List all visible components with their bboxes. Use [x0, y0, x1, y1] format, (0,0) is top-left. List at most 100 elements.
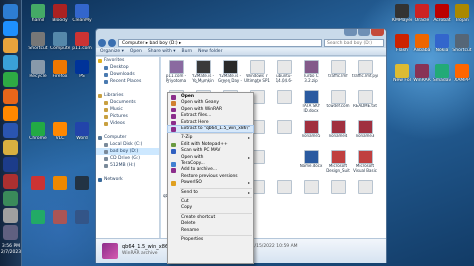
vlc-icon[interactable]: [3, 106, 18, 121]
nav-item-favorites[interactable]: Favorites: [96, 57, 159, 64]
desktop-shortcut[interactable]: VLC: [50, 122, 70, 141]
desktop-shortcut[interactable]: Smadav: [432, 64, 452, 83]
file-item[interactable]: noname3: [352, 120, 378, 143]
command-open[interactable]: Open: [130, 49, 142, 54]
menu-item-send-to[interactable]: Send to ▸: [168, 190, 253, 196]
app-icon[interactable]: [3, 225, 18, 240]
forward-arrow-icon[interactable]: [108, 38, 116, 47]
nav-item-pictures[interactable]: Pictures: [96, 113, 159, 120]
nav-item-network[interactable]: Network: [96, 176, 159, 183]
file-item[interactable]: Name.docx: [298, 150, 324, 173]
desktop-shortcut[interactable]: [28, 176, 48, 190]
file-item[interactable]: p11.com - Priyotoma Rupantar Begum: [163, 60, 189, 83]
desktop-shortcut[interactable]: Trojan: [452, 4, 472, 23]
nav-item-local-disk-c[interactable]: Local Disk (C:): [96, 141, 159, 148]
file-item[interactable]: Windows 7 Ultimate SP1 32: [244, 60, 270, 83]
file-item[interactable]: traffic.lmf.pymbol: [352, 60, 378, 83]
file-item[interactable]: README.txt: [352, 90, 378, 113]
desktop-shortcut[interactable]: Alibaba: [412, 34, 432, 53]
desktop-shortcut[interactable]: Bloody: [50, 4, 70, 23]
folder-icon[interactable]: [3, 140, 18, 155]
nav-item-recent-places[interactable]: Recent Places: [96, 78, 159, 85]
title-bar[interactable]: [96, 29, 386, 37]
file-item[interactable]: Y2Mate.is - Green Day - 21 Guns: [217, 60, 243, 83]
file-item[interactable]: Microsoft Design_Suit: [325, 150, 351, 173]
minimize-button[interactable]: [344, 29, 357, 36]
nav-item-desktop[interactable]: Desktop: [96, 64, 159, 71]
desktop-shortcut[interactable]: Oracle: [412, 4, 432, 23]
file-item[interactable]: tcwdef.com: [325, 90, 351, 113]
word-icon[interactable]: [3, 123, 18, 138]
file-item[interactable]: [271, 90, 297, 113]
back-arrow-icon[interactable]: [98, 38, 106, 47]
file-item[interactable]: Y2Mate.is - Yo Mumkin Tu Nahi: [190, 60, 216, 83]
app-icon[interactable]: [3, 208, 18, 223]
desktop-shortcut[interactable]: Shortcut: [452, 34, 472, 53]
desktop-shortcut[interactable]: PS: [72, 60, 92, 79]
desktop-shortcut[interactable]: [72, 210, 92, 224]
desktop-shortcut[interactable]: Recycle: [28, 60, 48, 79]
nav-item-downloads[interactable]: Downloads: [96, 71, 159, 78]
desktop-shortcut[interactable]: Nokia: [432, 34, 452, 53]
file-item[interactable]: [271, 120, 297, 143]
file-item[interactable]: Turbo C 3.2.zip: [298, 60, 324, 83]
nav-item-512mb-h[interactable]: 512MB (H:): [96, 162, 159, 169]
file-item[interactable]: [271, 180, 297, 203]
address-bar[interactable]: Computer ▸ bad boy (D:) ▸: [118, 38, 322, 47]
maximize-button[interactable]: [357, 29, 371, 36]
desktop-shortcut[interactable]: CleanMy: [72, 4, 92, 23]
desktop-shortcut[interactable]: WinRAR: [412, 64, 432, 83]
command-burn[interactable]: Burn: [182, 49, 193, 54]
desktop-shortcut[interactable]: Flash: [392, 34, 412, 53]
nav-item-documents[interactable]: Documents: [96, 99, 159, 106]
desktop-shortcut[interactable]: Word: [72, 122, 92, 141]
file-item[interactable]: noname4: [325, 120, 351, 143]
desktop-shortcut[interactable]: [72, 176, 92, 190]
photoshop-icon[interactable]: [3, 157, 18, 172]
media-player-icon[interactable]: [3, 55, 18, 70]
nav-item-videos[interactable]: Videos: [96, 120, 159, 127]
app-icon[interactable]: [3, 174, 18, 189]
app-icon[interactable]: [3, 191, 18, 206]
nav-item-libraries[interactable]: Libraries: [96, 92, 159, 99]
command-share-with[interactable]: Share with ▾: [148, 49, 176, 54]
desktop-shortcut[interactable]: Chrome: [28, 122, 48, 141]
menu-item-extract-to-qb64-1-5-win-x86[interactable]: Extract to "qb64_1.5_win_x86\": [167, 124, 254, 134]
command-organize[interactable]: Organize ▾: [100, 49, 124, 54]
command-new-folder[interactable]: New folder: [198, 49, 222, 54]
close-button[interactable]: [371, 29, 385, 36]
desktop-shortcut[interactable]: XAMPP: [452, 64, 472, 83]
desktop-shortcut[interactable]: [50, 210, 70, 224]
nav-item-bad-boy-d[interactable]: bad boy (D:): [96, 148, 159, 155]
desktop-shortcut[interactable]: p11.com: [72, 32, 92, 51]
file-item[interactable]: Microsoft Visual Basic: [352, 150, 378, 173]
menu-item-poweriso[interactable]: PowerISO ▸: [168, 180, 253, 186]
ie-icon[interactable]: [3, 21, 18, 36]
file-item[interactable]: [352, 180, 378, 203]
file-item[interactable]: [298, 180, 324, 203]
desktop-shortcut[interactable]: KMPlayer: [392, 4, 412, 23]
file-item[interactable]: [325, 180, 351, 203]
search-input[interactable]: Search bad boy (D:): [324, 38, 384, 47]
desktop-shortcut[interactable]: hamil: [28, 4, 48, 23]
chrome-icon[interactable]: [3, 72, 18, 87]
menu-item-properties[interactable]: Properties: [168, 237, 253, 243]
firefox-icon[interactable]: [3, 89, 18, 104]
file-item[interactable]: ubuntu-14.04.6-desktop-i386.iso: [271, 60, 297, 83]
file-item[interactable]: noname5: [298, 120, 324, 143]
nav-item-music[interactable]: Music: [96, 106, 159, 113]
desktop-shortcut[interactable]: [50, 176, 70, 190]
desktop-shortcut[interactable]: New Fol: [392, 64, 412, 83]
desktop-shortcut[interactable]: Shortcut: [28, 32, 48, 51]
nav-item-cd-drive-g[interactable]: CD Drive (G:): [96, 155, 159, 162]
desktop-shortcut[interactable]: [28, 210, 48, 224]
desktop-shortcut[interactable]: Computer: [50, 32, 70, 51]
file-item[interactable]: traffic.lmf: [325, 60, 351, 83]
windows-start-icon[interactable]: [3, 4, 18, 19]
desktop-shortcut[interactable]: Firefox: [50, 60, 70, 79]
nav-item-computer[interactable]: Computer: [96, 134, 159, 141]
desktop-shortcut[interactable]: Acrobat: [432, 4, 452, 23]
explorer-icon[interactable]: [3, 38, 18, 53]
menu-item-rename[interactable]: Rename: [168, 228, 253, 234]
taskbar-clock[interactable]: 3:56 PM 2/7/2023: [0, 244, 22, 256]
